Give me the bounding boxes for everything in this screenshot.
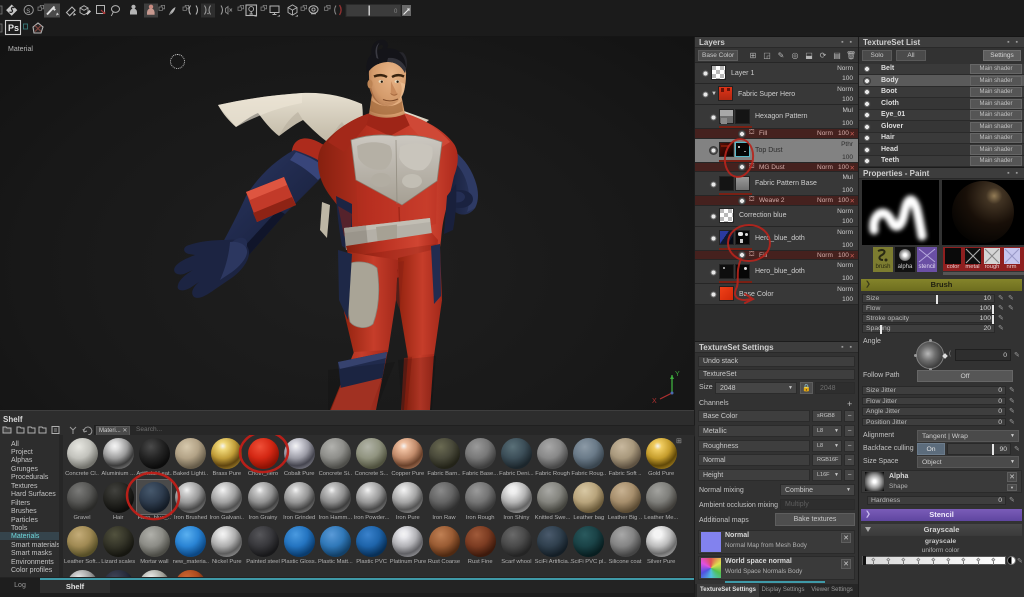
svg-text:Ps: Ps xyxy=(8,23,19,33)
svg-text:Y: Y xyxy=(675,371,680,378)
svg-text:s: s xyxy=(26,6,30,15)
svg-text:X: X xyxy=(652,398,657,405)
